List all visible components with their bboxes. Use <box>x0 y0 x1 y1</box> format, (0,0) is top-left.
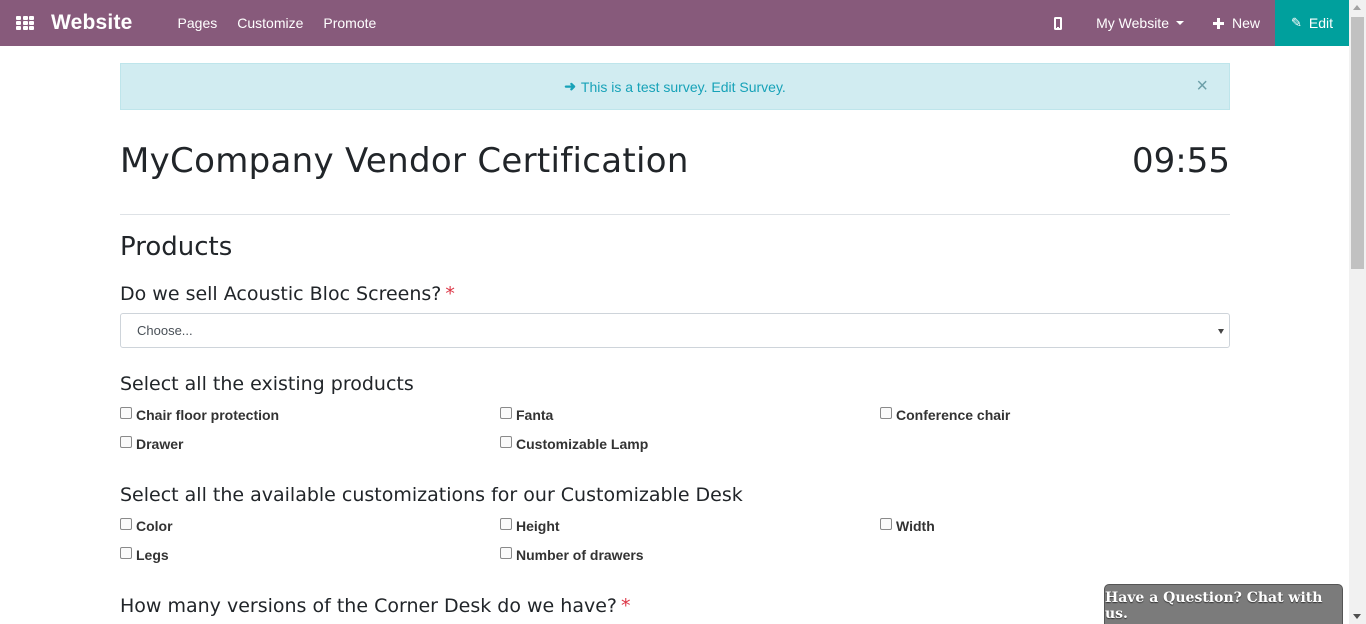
question-title: How many versions of the Corner Desk do … <box>120 595 1230 617</box>
question-4-label: How many versions of the Corner Desk do … <box>120 595 617 617</box>
survey-header: MyCompany Vendor Certification 09:55 <box>120 141 1230 181</box>
option-label: Width <box>896 518 935 534</box>
checkbox-option[interactable]: Chair floor protection <box>120 405 500 425</box>
checkbox[interactable] <box>880 518 892 530</box>
checkbox-option[interactable]: Number of drawers <box>500 545 880 565</box>
checkbox-option[interactable]: Fanta <box>500 405 880 425</box>
checkbox-option[interactable]: Customizable Lamp <box>500 434 880 454</box>
checkbox[interactable] <box>500 518 512 530</box>
close-icon[interactable]: × <box>1196 76 1208 96</box>
checkbox[interactable] <box>500 407 512 419</box>
edit-button-label: Edit <box>1308 15 1334 31</box>
question-title: Select all the existing products <box>120 373 414 395</box>
survey-timer: 09:55 <box>1132 141 1230 181</box>
option-label: Number of drawers <box>516 547 644 563</box>
select-placeholder: Choose... <box>137 323 193 338</box>
plus-icon <box>1212 17 1224 29</box>
menu-item-customize[interactable]: Customize <box>237 15 303 31</box>
checkbox-option[interactable]: Width <box>880 516 1230 536</box>
answer-select[interactable]: Choose... <box>120 313 1230 348</box>
arrow-right-icon: ➜ <box>564 78 576 94</box>
option-label: Height <box>516 518 560 534</box>
question-title: Do we sell Acoustic Bloc Screens? * <box>120 283 1230 305</box>
page-scrollbar[interactable] <box>1349 0 1366 624</box>
question-title: Select all the available customizations … <box>120 484 743 506</box>
select-caret-icon <box>1218 329 1224 334</box>
checkbox[interactable] <box>120 436 132 448</box>
website-selector[interactable]: My Website <box>1096 15 1184 31</box>
edit-button[interactable]: ✎ Edit <box>1275 0 1349 46</box>
livechat-button[interactable]: Have a Question? Chat with us. <box>1104 584 1343 624</box>
checkbox[interactable] <box>880 407 892 419</box>
new-button-label: New <box>1231 15 1260 31</box>
new-button[interactable]: New <box>1212 15 1260 31</box>
option-label: Conference chair <box>896 407 1011 423</box>
main-menu: Pages Customize Promote <box>178 15 377 31</box>
app-brand[interactable]: Website <box>51 11 133 35</box>
checkbox-option[interactable]: Color <box>120 516 500 536</box>
pencil-icon: ✎ <box>1290 15 1302 30</box>
checkbox[interactable] <box>500 436 512 448</box>
test-survey-alert: ➜ This is a test survey. Edit Survey. × <box>120 63 1230 110</box>
edit-survey-link[interactable]: This is a test survey. Edit Survey. <box>581 79 786 95</box>
scroll-up-icon[interactable] <box>1353 5 1361 10</box>
checkbox[interactable] <box>120 547 132 559</box>
menu-item-promote[interactable]: Promote <box>323 15 376 31</box>
survey-title: MyCompany Vendor Certification <box>120 141 689 181</box>
scroll-down-icon[interactable] <box>1353 614 1361 619</box>
option-label: Color <box>136 518 173 534</box>
checkbox-option[interactable]: Conference chair <box>880 405 1230 425</box>
checkbox-option[interactable]: Legs <box>120 545 500 565</box>
question-1-label: Do we sell Acoustic Bloc Screens? <box>120 283 442 305</box>
option-label: Fanta <box>516 407 554 423</box>
checkbox-group: Chair floor protection Fanta Conference … <box>120 405 1230 454</box>
checkbox-option[interactable]: Height <box>500 516 880 536</box>
required-mark: * <box>620 595 631 617</box>
checkbox[interactable] <box>500 547 512 559</box>
checkbox-option[interactable]: Drawer <box>120 434 500 454</box>
checkbox[interactable] <box>120 407 132 419</box>
topbar-actions: My Website New ✎ Edit <box>1054 0 1349 46</box>
section-title: Products <box>120 232 233 262</box>
checkbox-group: Color Height Width Legs Number of drawer… <box>120 516 1230 565</box>
checkbox[interactable] <box>120 518 132 530</box>
header-divider <box>120 214 1230 215</box>
option-label: Drawer <box>136 436 184 452</box>
option-label: Legs <box>136 547 169 563</box>
scroll-thumb[interactable] <box>1351 17 1364 269</box>
website-selector-label: My Website <box>1096 15 1169 31</box>
menu-item-pages[interactable]: Pages <box>178 15 218 31</box>
required-mark: * <box>445 283 455 305</box>
mobile-preview-icon[interactable] <box>1054 16 1063 30</box>
caret-down-icon <box>1175 21 1184 25</box>
survey-container: ➜ This is a test survey. Edit Survey. × … <box>120 63 1230 617</box>
top-navbar: Website Pages Customize Promote My Websi… <box>0 0 1349 46</box>
option-label: Chair floor protection <box>136 407 280 423</box>
apps-menu-icon[interactable] <box>16 16 34 30</box>
option-label: Customizable Lamp <box>516 436 649 452</box>
